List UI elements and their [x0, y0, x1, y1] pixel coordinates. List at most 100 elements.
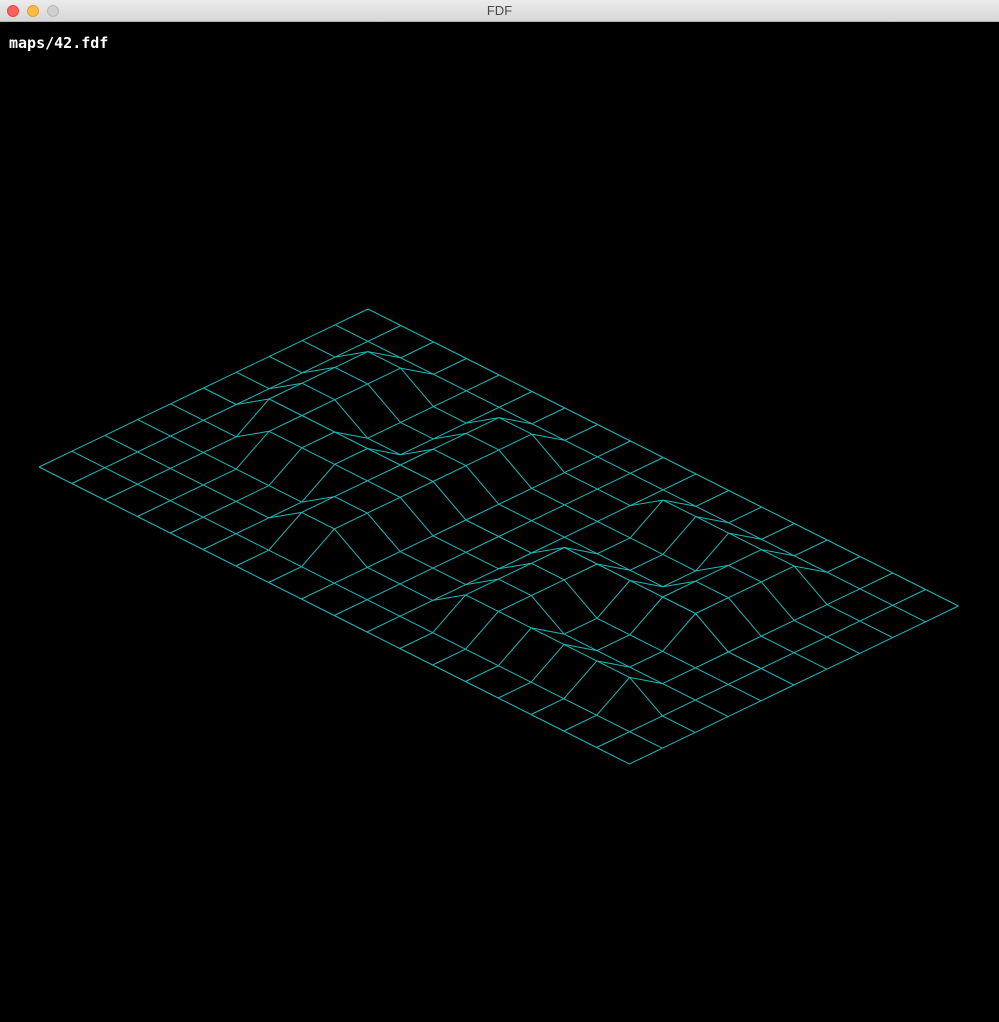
wire-edge — [334, 366, 368, 385]
wire-edge — [530, 627, 565, 645]
wire-edge — [498, 374, 533, 392]
wire-edge — [793, 636, 828, 654]
wire-edge — [761, 549, 795, 567]
wire-edge — [334, 324, 369, 342]
wire-edge — [465, 681, 499, 699]
wire-edge — [727, 700, 762, 718]
wire-edge — [466, 374, 500, 392]
wire-edge — [465, 449, 500, 467]
wire-edge — [400, 341, 434, 359]
wire-edge — [563, 633, 598, 652]
wire-edge — [629, 596, 664, 636]
wire-edge — [564, 439, 598, 458]
wire-edge — [530, 714, 565, 732]
wire-edge — [563, 660, 598, 700]
wire-edge — [367, 496, 401, 514]
wire-edge — [301, 447, 335, 465]
wire-edge — [695, 699, 729, 718]
wire-edge — [892, 589, 926, 606]
wire-edge — [629, 747, 663, 765]
wire-edge — [334, 383, 368, 401]
wire-edge — [596, 563, 631, 581]
wire-edge — [629, 569, 664, 588]
wire-edge — [695, 580, 729, 599]
wire-edge — [531, 520, 565, 538]
wire-edge — [268, 447, 303, 486]
wire-edge — [202, 468, 237, 486]
wire-edge — [597, 520, 631, 539]
wire-edge — [203, 419, 237, 438]
wire-edge — [400, 367, 434, 407]
wire-edge — [925, 605, 959, 623]
wire-edge — [465, 611, 499, 650]
wire-edge — [531, 407, 566, 425]
wire-edge — [793, 668, 828, 686]
wire-edge — [630, 457, 664, 474]
wire-edge — [629, 650, 663, 668]
wire-edge — [432, 567, 466, 586]
wire-edge — [761, 523, 795, 540]
wire-edge — [728, 532, 762, 551]
wire-edge — [235, 533, 269, 551]
wire-edge — [169, 516, 204, 534]
wire-edge — [497, 697, 532, 715]
wire-edge — [433, 341, 467, 359]
wire-edge — [497, 681, 532, 699]
wire-edge — [531, 391, 566, 409]
wire-edge — [531, 472, 565, 489]
wire-edge — [432, 448, 467, 467]
wire-edge — [564, 407, 598, 425]
wire-edge — [728, 581, 762, 599]
wire-edge — [563, 563, 598, 581]
wire-edge — [71, 450, 105, 469]
wire-edge — [367, 437, 401, 456]
wire-edge — [564, 488, 598, 506]
wire-edge — [761, 565, 795, 583]
wire-edge — [236, 355, 270, 373]
wire-edge — [629, 731, 663, 749]
wire-edge — [268, 582, 302, 600]
wire-edge — [333, 599, 368, 616]
wire-edge — [236, 430, 270, 438]
wire-edge — [137, 516, 171, 534]
wire-edge — [465, 519, 499, 537]
wire-edge — [170, 452, 204, 469]
wire-edge — [596, 617, 631, 636]
wire-edge — [695, 516, 729, 524]
wire-edge — [531, 504, 565, 522]
wire-edge — [334, 582, 368, 601]
wire-edge — [497, 627, 532, 667]
wire-edge — [859, 620, 893, 639]
wire-edge — [203, 452, 237, 470]
wire-edge — [761, 506, 795, 524]
wire-edge — [269, 355, 303, 374]
wire-edge — [498, 610, 532, 629]
wire-edge — [564, 547, 598, 565]
wire-edge — [793, 565, 828, 605]
wire-edge — [301, 511, 335, 530]
wire-edge — [301, 415, 335, 433]
wire-edge — [662, 499, 697, 518]
wire-edge — [399, 481, 434, 498]
wire-edge — [563, 617, 598, 635]
wire-edge — [662, 731, 696, 749]
wire-edge — [465, 594, 499, 612]
wire-edge — [761, 538, 795, 557]
wire-edge — [629, 666, 663, 685]
wire-edge — [695, 505, 729, 524]
wire-edge — [366, 583, 401, 601]
wire-edge — [170, 435, 204, 454]
wire-edge — [564, 520, 598, 538]
wire-edge — [433, 406, 467, 424]
wire-edge — [826, 652, 860, 670]
wire-edge — [366, 631, 401, 649]
wire-edge — [531, 423, 565, 441]
wire-edge — [268, 512, 302, 551]
wire-edge — [564, 504, 598, 522]
wire-edge — [597, 456, 631, 474]
wire-edge — [597, 424, 631, 442]
wire-edge — [826, 588, 861, 606]
wire-edge — [662, 499, 696, 507]
wire-edge — [104, 451, 138, 469]
wire-edge — [925, 589, 959, 607]
